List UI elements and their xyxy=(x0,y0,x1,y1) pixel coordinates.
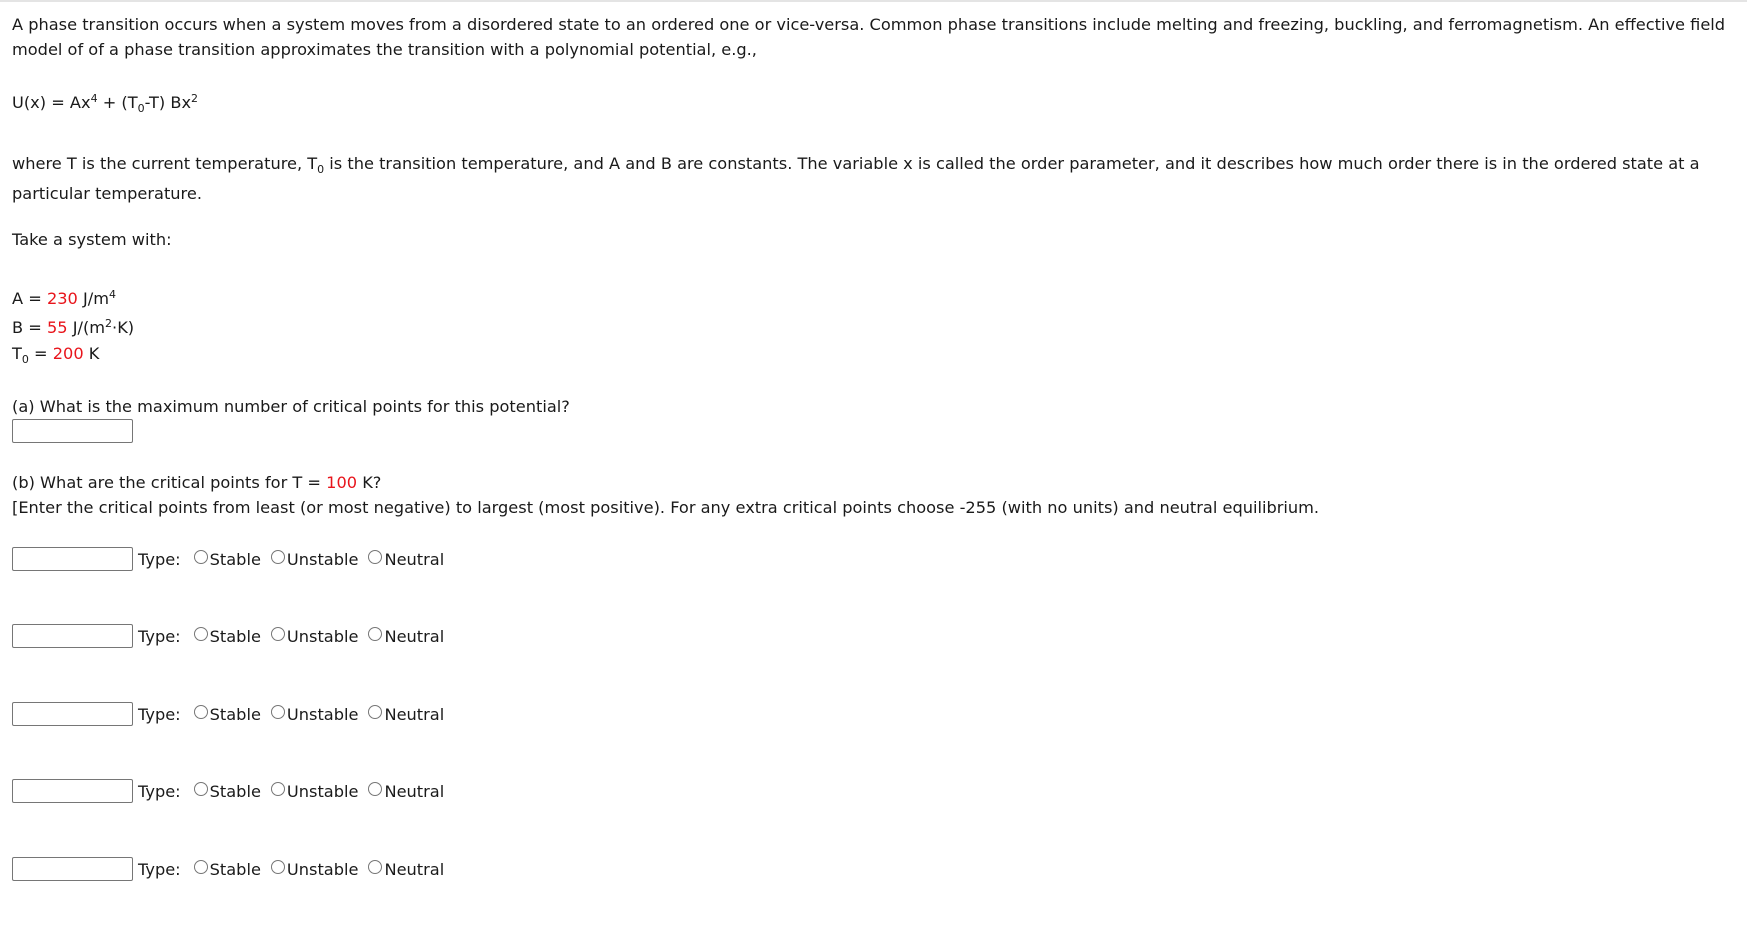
critical-point-value-input[interactable] xyxy=(12,702,133,726)
radio-label: Stable xyxy=(209,859,261,879)
radio-neutral[interactable]: Neutral xyxy=(368,705,444,724)
radio-unstable[interactable]: Unstable xyxy=(270,781,359,801)
param-a-value: 230 xyxy=(46,289,78,308)
radio-circle-icon[interactable] xyxy=(193,627,208,641)
radio-label: Unstable xyxy=(286,781,359,801)
param-a-unit: J/m xyxy=(77,289,109,308)
radio-label: Unstable xyxy=(286,549,359,569)
radio-unstable[interactable]: Unstable xyxy=(270,859,359,879)
param-b-unit: J/(m xyxy=(67,318,106,337)
radio-circle-icon[interactable] xyxy=(270,705,285,719)
radio-unstable[interactable]: Unstable xyxy=(270,549,359,569)
param-t0-value: 200 xyxy=(52,344,84,363)
radio-label: Neutral xyxy=(384,626,445,646)
equation-exponent-4: 4 xyxy=(90,92,98,105)
critical-point-value-input[interactable] xyxy=(12,624,133,648)
radio-circle-icon[interactable] xyxy=(270,627,285,641)
radio-circle-icon[interactable] xyxy=(368,705,383,719)
radio-stable[interactable]: Stable xyxy=(193,704,261,724)
radio-unstable[interactable]: Unstable xyxy=(270,626,359,646)
radio-neutral[interactable]: Neutral xyxy=(368,550,444,569)
question-a-answer-wrap xyxy=(12,419,133,443)
question-b-text-pre: (b) What are the critical points for T = xyxy=(12,473,327,492)
param-t0-equals: = xyxy=(28,344,53,363)
radio-circle-icon[interactable] xyxy=(368,550,383,564)
radio-label: Unstable xyxy=(286,859,359,879)
radio-circle-icon[interactable] xyxy=(270,860,285,874)
radio-circle-icon[interactable] xyxy=(193,782,208,796)
critical-point-value-input[interactable] xyxy=(12,547,133,571)
type-label: Type: xyxy=(138,549,181,569)
critical-point-row: Type: Stable Unstable Neutral xyxy=(12,701,454,727)
radio-stable[interactable]: Stable xyxy=(193,626,261,646)
param-a-label: A = xyxy=(12,289,47,308)
radio-label: Stable xyxy=(209,704,261,724)
radio-stable[interactable]: Stable xyxy=(193,859,261,879)
radio-label: Unstable xyxy=(286,626,359,646)
radio-label: Neutral xyxy=(384,549,445,569)
param-b-label: B = xyxy=(12,318,47,337)
type-label: Type: xyxy=(138,859,181,879)
radio-circle-icon[interactable] xyxy=(193,705,208,719)
param-t0: T0 = 200 K xyxy=(12,339,134,368)
radio-label: Stable xyxy=(209,626,261,646)
param-b-value: 55 xyxy=(46,318,68,337)
intro-paragraph: A phase transition occurs when a system … xyxy=(12,15,1726,59)
radio-label: Neutral xyxy=(384,781,445,801)
question-a-answer-input[interactable] xyxy=(12,419,133,443)
equation-subscript-0: 0 xyxy=(137,102,145,115)
param-b: B = 55 J/(m2·K) xyxy=(12,313,134,342)
critical-point-row: Type: Stable Unstable Neutral xyxy=(12,856,454,882)
radio-label: Neutral xyxy=(384,859,445,879)
radio-circle-icon[interactable] xyxy=(368,627,383,641)
critical-point-row: Type: Stable Unstable Neutral xyxy=(12,623,454,649)
critical-point-row: Type: Stable Unstable Neutral xyxy=(12,778,454,804)
radio-neutral[interactable]: Neutral xyxy=(368,627,444,646)
equation-lhs: U(x) = Ax xyxy=(12,93,91,112)
radio-stable[interactable]: Stable xyxy=(193,549,261,569)
parameter-list: A = 230 J/m4 B = 55 J/(m2·K) T0 = 200 K xyxy=(12,284,134,368)
type-label: Type: xyxy=(138,781,181,801)
param-a: A = 230 J/m4 xyxy=(12,284,134,313)
equation-mid: + (T xyxy=(97,93,138,112)
where-part1: where T is the current temperature, T xyxy=(12,154,318,173)
radio-circle-icon[interactable] xyxy=(270,550,285,564)
param-t0-subscript: 0 xyxy=(21,353,29,366)
potential-equation: U(x) = Ax4 + (T0-T) Bx2 xyxy=(12,92,199,115)
radio-label: Unstable xyxy=(286,704,359,724)
type-label: Type: xyxy=(138,704,181,724)
question-b-text: (b) What are the critical points for T =… xyxy=(12,473,381,492)
take-system-label: Take a system with: xyxy=(12,230,172,249)
equation-mid2: -T) Bx xyxy=(144,93,192,112)
type-label: Type: xyxy=(138,626,181,646)
radio-circle-icon[interactable] xyxy=(368,782,383,796)
radio-circle-icon[interactable] xyxy=(193,550,208,564)
radio-label: Stable xyxy=(209,549,261,569)
critical-point-value-input[interactable] xyxy=(12,779,133,803)
param-t0-unit: K xyxy=(83,344,100,363)
question-b-instructions: [Enter the critical points from least (o… xyxy=(12,498,1320,517)
radio-circle-icon[interactable] xyxy=(270,782,285,796)
radio-unstable[interactable]: Unstable xyxy=(270,704,359,724)
param-b-unit-exponent: 2 xyxy=(105,317,113,330)
where-paragraph: where T is the current temperature, T0 i… xyxy=(12,149,1742,209)
critical-point-row: Type: Stable Unstable Neutral xyxy=(12,546,454,572)
question-a-text: (a) What is the maximum number of critic… xyxy=(12,397,570,416)
radio-label: Stable xyxy=(209,781,261,801)
radio-circle-icon[interactable] xyxy=(368,860,383,874)
param-t0-label: T xyxy=(12,344,22,363)
equation-exponent-2: 2 xyxy=(191,92,199,105)
param-a-unit-exponent: 4 xyxy=(109,288,116,301)
radio-stable[interactable]: Stable xyxy=(193,781,261,801)
radio-label: Neutral xyxy=(384,704,445,724)
question-b-text-post: K? xyxy=(357,473,382,492)
param-b-unit-tail: ·K) xyxy=(112,318,135,337)
critical-point-value-input[interactable] xyxy=(12,857,133,881)
radio-neutral[interactable]: Neutral xyxy=(368,782,444,801)
question-b-temperature: 100 xyxy=(326,473,358,492)
radio-circle-icon[interactable] xyxy=(193,860,208,874)
radio-neutral[interactable]: Neutral xyxy=(368,860,444,879)
